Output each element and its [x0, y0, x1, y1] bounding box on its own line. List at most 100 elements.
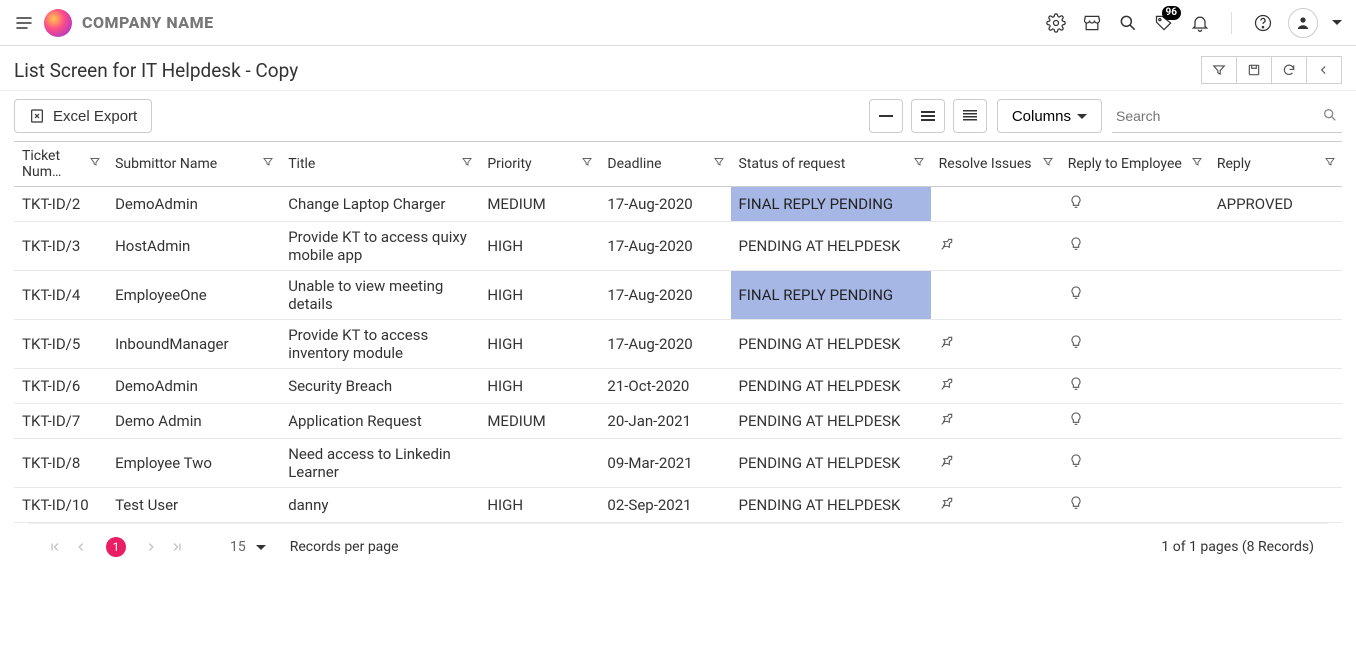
- cell-reply: [1209, 222, 1342, 271]
- col-header-label: Reply: [1217, 156, 1251, 172]
- filter-icon[interactable]: [913, 156, 925, 172]
- col-header-reply[interactable]: Reply: [1209, 142, 1342, 187]
- status-text: PENDING AT HELPDESK: [739, 377, 901, 395]
- cell-resolve: [931, 488, 1060, 523]
- cell-submitter: Demo Admin: [107, 404, 280, 439]
- filter-icon[interactable]: [713, 156, 725, 172]
- search-input[interactable]: [1112, 99, 1342, 133]
- cell-replyemp: [1060, 271, 1209, 320]
- menu-toggle[interactable]: [14, 13, 34, 33]
- pin-icon[interactable]: [939, 236, 955, 252]
- table-row[interactable]: TKT-ID/3HostAdminProvide KT to access qu…: [14, 222, 1342, 271]
- filter-icon[interactable]: [89, 156, 101, 172]
- bulb-icon[interactable]: [1068, 333, 1084, 351]
- help-icon: [1253, 13, 1273, 33]
- filter-icon[interactable]: [1324, 156, 1336, 172]
- excel-export-button[interactable]: Excel Export: [14, 99, 152, 133]
- notifications-button[interactable]: [1189, 12, 1211, 34]
- cell-resolve: [931, 369, 1060, 404]
- col-header-title[interactable]: Title: [280, 142, 479, 187]
- col-header-label: Resolve Issues: [939, 156, 1032, 172]
- cell-reply: APPROVED: [1209, 187, 1342, 222]
- bell-icon: [1190, 13, 1210, 33]
- cell-priority: HIGH: [479, 320, 599, 369]
- status-text: PENDING AT HELPDESK: [739, 454, 901, 472]
- store-button[interactable]: [1081, 12, 1103, 34]
- user-menu-caret[interactable]: [1332, 20, 1342, 25]
- table-row[interactable]: TKT-ID/8Employee TwoNeed access to Linke…: [14, 439, 1342, 488]
- pin-icon[interactable]: [939, 453, 955, 469]
- col-header-replyemp[interactable]: Reply to Employee: [1060, 142, 1209, 187]
- search-button[interactable]: [1117, 12, 1139, 34]
- cell-reply: [1209, 404, 1342, 439]
- col-header-status[interactable]: Status of request: [731, 142, 931, 187]
- table-row[interactable]: TKT-ID/4EmployeeOneUnable to view meetin…: [14, 271, 1342, 320]
- cell-reply: [1209, 488, 1342, 523]
- filter-icon[interactable]: [461, 156, 473, 172]
- cell-deadline: 21-Oct-2020: [599, 369, 730, 404]
- collapse-button[interactable]: [1306, 56, 1342, 84]
- bulb-icon[interactable]: [1068, 193, 1084, 211]
- cell-deadline: 17-Aug-2020: [599, 320, 730, 369]
- table-row[interactable]: TKT-ID/5InboundManagerProvide KT to acce…: [14, 320, 1342, 369]
- next-page-button[interactable]: [138, 534, 164, 560]
- col-header-priority[interactable]: Priority: [479, 142, 599, 187]
- col-header-label: Status of request: [739, 156, 846, 172]
- help-button[interactable]: [1252, 12, 1274, 34]
- bulb-icon[interactable]: [1068, 410, 1084, 428]
- bulb-icon[interactable]: [1068, 235, 1084, 253]
- table-row[interactable]: TKT-ID/6DemoAdminSecurity BreachHIGH21-O…: [14, 369, 1342, 404]
- table-row[interactable]: TKT-ID/10Test UserdannyHIGH02-Sep-2021PE…: [14, 488, 1342, 523]
- cell-title: Change Laptop Charger: [280, 187, 479, 222]
- cell-title: Provide KT to access inventory module: [280, 320, 479, 369]
- density-normal[interactable]: [911, 99, 945, 133]
- refresh-button[interactable]: [1271, 56, 1307, 84]
- columns-button[interactable]: Columns: [997, 99, 1102, 133]
- col-header-submitter[interactable]: Submittor Name: [107, 142, 280, 187]
- density-comfortable[interactable]: [953, 99, 987, 133]
- save-layout-button[interactable]: [1236, 56, 1272, 84]
- density-comfortable-icon: [962, 109, 978, 123]
- prev-page-button[interactable]: [68, 534, 94, 560]
- user-avatar[interactable]: [1288, 8, 1318, 38]
- cell-priority: HIGH: [479, 488, 599, 523]
- density-compact[interactable]: [869, 99, 903, 133]
- cell-replyemp: [1060, 369, 1209, 404]
- first-page-button[interactable]: [42, 534, 68, 560]
- bulb-icon[interactable]: [1068, 452, 1084, 470]
- density-compact-icon: [878, 109, 894, 123]
- cell-reply: [1209, 320, 1342, 369]
- bulb-icon[interactable]: [1068, 375, 1084, 393]
- col-header-label: Title: [288, 156, 315, 172]
- table-row[interactable]: TKT-ID/7Demo AdminApplication RequestMED…: [14, 404, 1342, 439]
- col-header-deadline[interactable]: Deadline: [599, 142, 730, 187]
- filter-button[interactable]: [1201, 56, 1237, 84]
- settings-button[interactable]: [1045, 12, 1067, 34]
- chevron-first-icon: [48, 540, 62, 554]
- pin-icon[interactable]: [939, 495, 955, 511]
- pin-icon[interactable]: [939, 334, 955, 350]
- cell-submitter: Test User: [107, 488, 280, 523]
- bulb-icon[interactable]: [1068, 284, 1084, 302]
- records-per-page[interactable]: 15 Records per page: [230, 539, 399, 555]
- col-header-ticket[interactable]: Ticket Num…: [14, 142, 107, 187]
- filter-icon[interactable]: [1042, 156, 1054, 172]
- pin-icon[interactable]: [939, 376, 955, 392]
- bulb-icon[interactable]: [1068, 494, 1084, 512]
- filter-icon[interactable]: [581, 156, 593, 172]
- filter-icon[interactable]: [262, 156, 274, 172]
- cell-title: Need access to Linkedin Learner: [280, 439, 479, 488]
- table-row[interactable]: TKT-ID/2DemoAdminChange Laptop ChargerME…: [14, 187, 1342, 222]
- col-header-label: Ticket Num…: [22, 148, 61, 180]
- last-page-button[interactable]: [164, 534, 190, 560]
- cell-replyemp: [1060, 320, 1209, 369]
- pin-icon[interactable]: [939, 411, 955, 427]
- cell-resolve: [931, 439, 1060, 488]
- filter-icon[interactable]: [1191, 156, 1203, 172]
- tag-button[interactable]: 96: [1153, 12, 1175, 34]
- current-page[interactable]: 1: [106, 537, 126, 557]
- tickets-table: Ticket Num… Submittor Name Title Priorit…: [14, 141, 1342, 523]
- notification-badge: 96: [1162, 6, 1181, 20]
- col-header-resolve[interactable]: Resolve Issues: [931, 142, 1060, 187]
- cell-replyemp: [1060, 439, 1209, 488]
